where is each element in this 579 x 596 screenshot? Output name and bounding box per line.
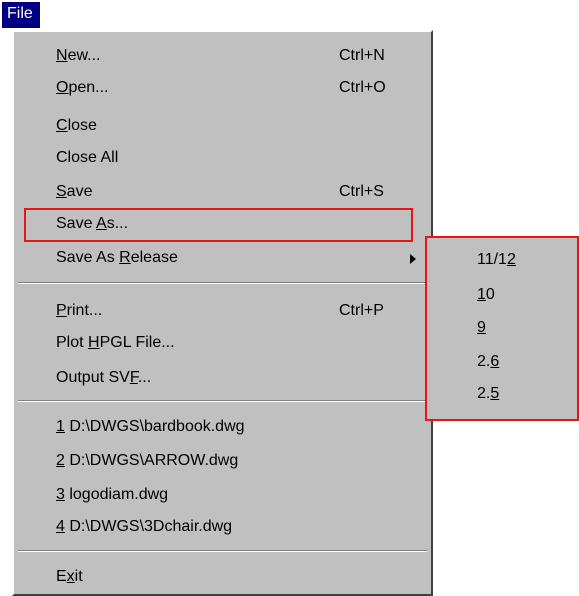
submenu-item-release-11-12[interactable]: 11/12 <box>427 245 577 277</box>
menu-item-label: Output SVF... <box>56 369 152 386</box>
menu-item-shortcut: Ctrl+S <box>339 183 384 200</box>
menu-item-label: 3 logodiam.dwg <box>56 486 169 503</box>
menu-item-output-svf[interactable]: Output SVF... <box>14 363 431 395</box>
submenu-item-release-2-6[interactable]: 2.6 <box>427 347 577 379</box>
submenu-arrow-icon <box>410 254 416 264</box>
menu-item-recent-4[interactable]: 4 D:\DWGS\3Dchair.dwg <box>14 512 431 544</box>
menu-item-label: 4 D:\DWGS\3Dchair.dwg <box>56 518 233 535</box>
menu-item-label: Close <box>56 117 97 134</box>
submenu-item-label: 11/12 <box>477 251 516 268</box>
menu-separator <box>18 282 427 284</box>
menu-item-shortcut: Ctrl+P <box>339 302 384 319</box>
menu-item-new[interactable]: New... Ctrl+N <box>14 41 431 73</box>
save-as-release-highlight <box>24 208 413 242</box>
submenu-item-release-10[interactable]: 10 <box>427 280 577 312</box>
menu-item-open[interactable]: Open... Ctrl+O <box>14 73 431 105</box>
menu-item-save[interactable]: Save Ctrl+S <box>14 177 431 209</box>
menu-item-close-all[interactable]: Close All <box>14 143 431 175</box>
submenu-item-release-9[interactable]: 9 <box>427 313 577 345</box>
menu-item-shortcut: Ctrl+N <box>339 47 385 64</box>
menu-item-print[interactable]: Print... Ctrl+P <box>14 296 431 328</box>
menu-item-label: 1 D:\DWGS\bardbook.dwg <box>56 418 245 435</box>
menu-item-label: Plot HPGL File... <box>56 334 175 351</box>
menu-item-plot-hpgl[interactable]: Plot HPGL File... <box>14 328 431 360</box>
submenu-item-label: 10 <box>477 286 495 303</box>
menu-item-shortcut: Ctrl+O <box>339 79 386 96</box>
submenu-item-release-2-5[interactable]: 2.5 <box>427 379 577 411</box>
submenu-item-label: 2.5 <box>477 385 500 402</box>
menu-item-label: Save As Release <box>56 249 178 266</box>
submenu-item-label: 9 <box>477 319 486 336</box>
save-as-release-submenu: 11/12 10 9 2.6 2.5 <box>425 236 579 421</box>
menu-item-recent-3[interactable]: 3 logodiam.dwg <box>14 480 431 512</box>
menu-item-label: Print... <box>56 302 103 319</box>
file-menu: New... Ctrl+N Open... Ctrl+O Close Close… <box>12 30 433 596</box>
menu-item-recent-1[interactable]: 1 D:\DWGS\bardbook.dwg <box>14 412 431 444</box>
menu-item-close[interactable]: Close <box>14 111 431 143</box>
menubar-file-label: File <box>7 5 33 22</box>
menu-item-label: Close All <box>56 149 119 166</box>
menu-item-label: Save <box>56 183 93 200</box>
menu-item-recent-2[interactable]: 2 D:\DWGS\ARROW.dwg <box>14 446 431 478</box>
menu-separator <box>18 400 427 402</box>
menubar-file[interactable]: File <box>2 2 40 28</box>
menu-separator <box>18 550 427 552</box>
menu-item-label: 2 D:\DWGS\ARROW.dwg <box>56 452 239 469</box>
menu-item-save-as-release[interactable]: Save As Release <box>14 243 431 275</box>
menu-item-exit[interactable]: Exit <box>14 562 431 594</box>
submenu-item-label: 2.6 <box>477 353 500 370</box>
menu-item-label: Open... <box>56 79 109 96</box>
menu-item-label: Exit <box>56 568 83 585</box>
menu-item-label: New... <box>56 47 101 64</box>
